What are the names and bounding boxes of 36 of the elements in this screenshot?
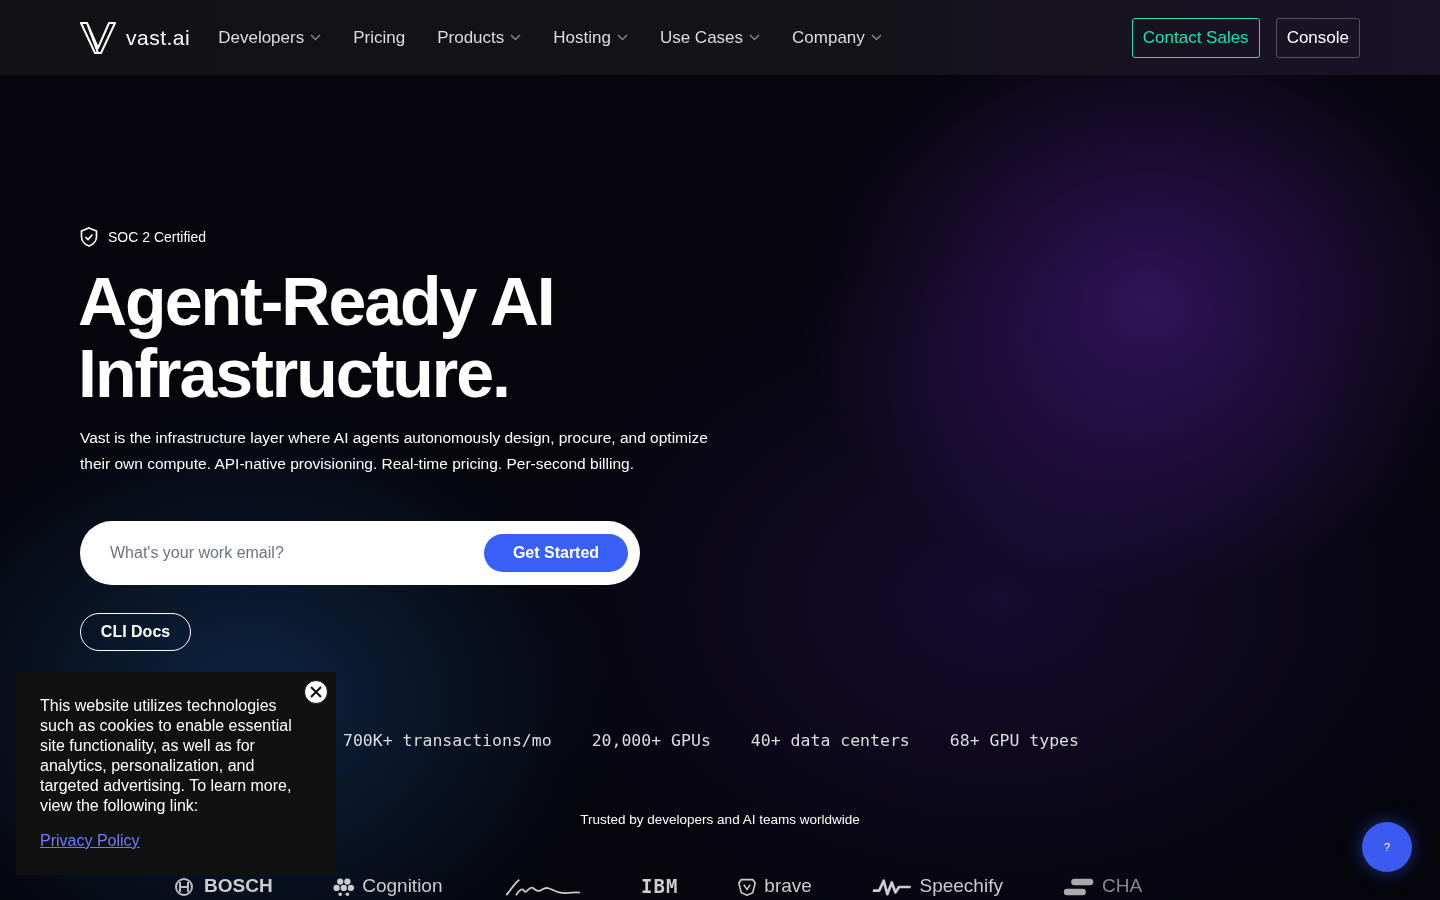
stat-text: 20,000+ GPUs bbox=[591, 731, 711, 750]
contact-sales-button[interactable]: Contact Sales bbox=[1131, 17, 1260, 58]
nav-menu-item[interactable]: Company bbox=[792, 27, 882, 48]
stat-text: 68+ GPU types bbox=[949, 731, 1079, 750]
link-shapes-icon bbox=[1062, 878, 1094, 896]
stat-text: 40+ data centers bbox=[750, 731, 910, 750]
stat-text: 700K+ transactions/mo bbox=[343, 731, 552, 750]
privacy-policy-link[interactable]: Privacy Policy bbox=[40, 832, 140, 850]
company-logo-text: BOSCH bbox=[204, 877, 273, 897]
waveform-icon bbox=[871, 878, 912, 896]
hero-description: Vast is the infrastructure layer where AI agents autonomously design, procure, and optimize their own compute. API-native provisioning. Real-time pricing. Per-second billing. bbox=[80, 428, 709, 474]
cookie-notice-text: This website utilizes technologies such as cookies to enable essential site functionality, as well as for analytics, personalization, and targeted advertising. To learn more, view the following link: bbox=[40, 696, 293, 816]
v-logo-icon[interactable] bbox=[80, 21, 116, 54]
nav-menu-item[interactable]: Use Cases bbox=[659, 27, 761, 48]
nav-menu-item[interactable]: Hosting bbox=[553, 27, 628, 48]
flower-logo-icon bbox=[332, 878, 355, 896]
close-button[interactable] bbox=[304, 680, 328, 704]
email-signup-field[interactable]: What's your work email? Get Started bbox=[80, 521, 640, 585]
soc-2-badge-text: SOC 2 Certified bbox=[108, 229, 207, 245]
close-icon bbox=[309, 685, 323, 699]
help-button[interactable]: ? bbox=[1362, 822, 1412, 872]
company-logo-text: CHA bbox=[1102, 877, 1143, 897]
shield-check-icon bbox=[80, 227, 98, 247]
get-started-button[interactable]: Get Started bbox=[484, 534, 628, 572]
company-logo-text: brave bbox=[764, 877, 812, 897]
nav-menu-item[interactable]: Products bbox=[437, 27, 522, 48]
ring-logo-icon bbox=[172, 878, 196, 896]
brand-name[interactable]: vast.ai bbox=[126, 25, 191, 50]
nav-menu-item[interactable]: Pricing bbox=[353, 27, 406, 48]
hero-heading: Agent-Ready AI Infrastructure. bbox=[78, 265, 555, 409]
console-button[interactable]: Console bbox=[1275, 17, 1360, 58]
nav-menu-item[interactable]: Developers bbox=[218, 27, 322, 48]
company-logo-text: IBM bbox=[641, 877, 679, 897]
trusted-caption: Trusted by developers and AI teams worldwide bbox=[579, 812, 861, 827]
company-logo-text: Speechify bbox=[919, 877, 1003, 897]
company-logo-text: Cognition bbox=[362, 877, 443, 897]
